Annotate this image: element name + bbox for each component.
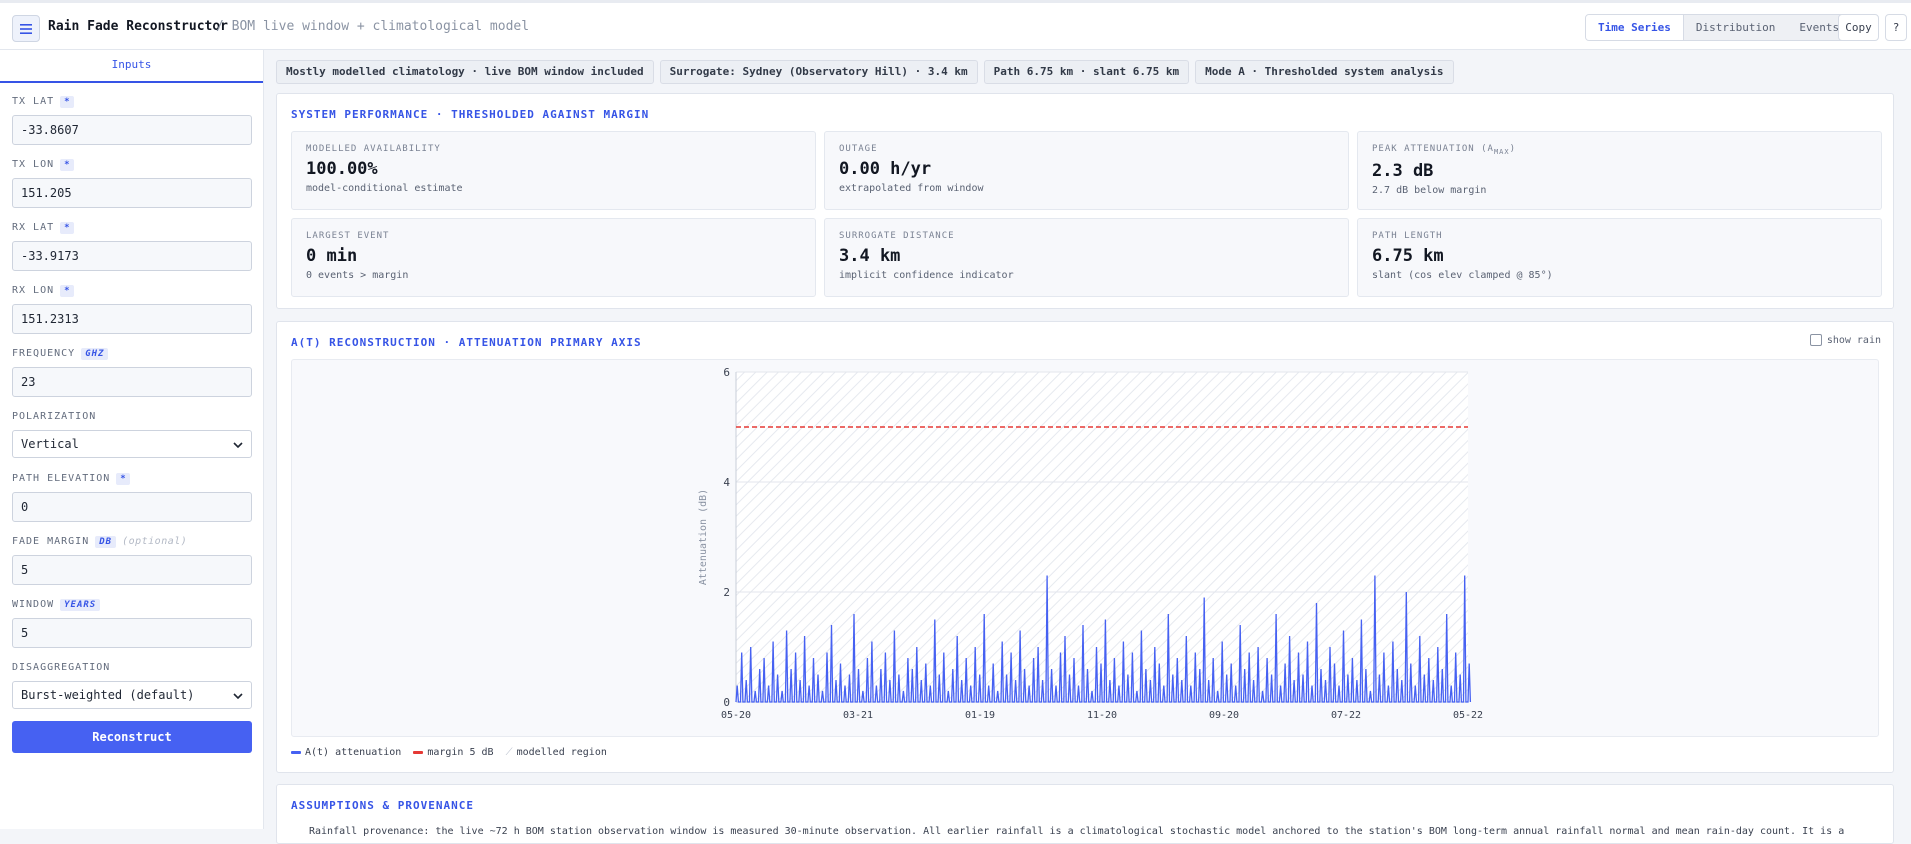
- required-badge: *: [60, 221, 74, 234]
- unit-badge: YEARS: [60, 598, 101, 611]
- attenuation-chart: 0 2 4 6 Attenuation (dB) 05-20 03-21 01-19 11-20…: [698, 366, 1483, 721]
- hatch-icon: ⟋: [505, 747, 513, 758]
- hamburger-icon: [20, 23, 32, 34]
- metric-outage: OUTAGE 0.00 h/yr extrapolated from windo…: [824, 131, 1349, 210]
- metric-availability: MODELLED AVAILABILITY 100.00% model-cond…: [291, 131, 816, 210]
- provenance-card: ASSUMPTIONS & PROVENANCE Rainfall proven…: [276, 784, 1894, 844]
- tx-lon-label: TX LON *: [12, 156, 251, 173]
- polarization-value: Vertical: [21, 437, 79, 451]
- required-badge: *: [60, 158, 74, 171]
- path-elevation-label: PATH ELEVATION *: [12, 470, 251, 487]
- x-tick-label: 01-19: [965, 710, 995, 721]
- tab-time-series[interactable]: Time Series: [1586, 15, 1684, 40]
- rx-lat-label: RX LAT *: [12, 219, 251, 236]
- inputs-sidebar: Inputs TX LAT * -33.8607 TX LON * 151.205 …: [0, 50, 264, 829]
- help-button[interactable]: ?: [1885, 14, 1907, 41]
- path-chip: Path 6.75 km · slant 6.75 km: [983, 60, 1190, 84]
- chevron-down-icon: [233, 688, 243, 702]
- reconstruct-button[interactable]: Reconstruct: [12, 721, 252, 753]
- legend-item: A(t) attenuation: [291, 747, 401, 758]
- reconstruction-chart-card: A(T) RECONSTRUCTION · ATTENUATION PRIMAR…: [276, 321, 1894, 773]
- modelled-region: [736, 372, 1468, 702]
- tx-lat-input[interactable]: -33.8607: [12, 115, 252, 145]
- chevron-down-icon: [233, 437, 243, 451]
- chart-plot-area: 0 2 4 6 Attenuation (dB) 05-20 03-21 01-19 11-20…: [291, 359, 1879, 737]
- chart-legend: A(t) attenuation margin 5 dB ⟋ modelled r…: [291, 747, 607, 758]
- legend-swatch: [291, 751, 301, 754]
- data-source-chip: Mostly modelled climatology · live BOM w…: [276, 60, 654, 84]
- tab-distribution[interactable]: Distribution: [1684, 15, 1787, 40]
- system-performance-card: SYSTEM PERFORMANCE · THRESHOLDED AGAINST…: [276, 93, 1894, 309]
- app-title: Rain Fade Reconstructor: [48, 19, 229, 34]
- show-rain-toggle[interactable]: show rain: [1809, 334, 1881, 346]
- disaggregation-label: DISAGGREGATION: [12, 662, 111, 673]
- app-subtitle: / BOM live window + climatological model: [216, 19, 530, 34]
- mode-chip: Mode A · Thresholded system analysis: [1195, 60, 1454, 84]
- y-tick-label: 4: [723, 476, 730, 489]
- checkbox[interactable]: [1809, 334, 1822, 346]
- x-tick-label: 11-20: [1087, 710, 1117, 721]
- provenance-text: Rainfall provenance: the live ~72 h BOM …: [309, 826, 1845, 837]
- polarization-label: POLARIZATION: [12, 411, 97, 422]
- unit-badge: DB: [95, 535, 117, 548]
- metric-surrogate-distance: SURROGATE DISTANCE 3.4 km implicit confi…: [824, 218, 1349, 297]
- disaggregation-select[interactable]: Burst-weighted (default): [12, 681, 252, 709]
- rx-lat-input[interactable]: -33.9173: [12, 241, 252, 271]
- optional-hint: (optional): [122, 536, 188, 547]
- x-tick-label: 03-21: [843, 710, 873, 721]
- window-label: WINDOW YEARS: [12, 596, 251, 613]
- metric-path-length: PATH LENGTH 6.75 km slant (cos elev clam…: [1357, 218, 1882, 297]
- required-badge: *: [60, 95, 74, 108]
- polarization-select[interactable]: Vertical: [12, 430, 252, 458]
- x-tick-label: 09-20: [1209, 710, 1239, 721]
- copy-button[interactable]: Copy: [1838, 14, 1879, 41]
- top-bar: Rain Fade Reconstructor / BOM live windo…: [0, 0, 1911, 50]
- section-title: ASSUMPTIONS & PROVENANCE: [291, 799, 474, 812]
- window-input[interactable]: 5: [12, 618, 252, 648]
- y-tick-label: 2: [723, 586, 730, 599]
- x-tick-label: 05-22: [1453, 710, 1483, 721]
- rx-lon-input[interactable]: 151.2313: [12, 304, 252, 334]
- main-content: Mostly modelled climatology · live BOM w…: [276, 60, 1894, 844]
- rx-lon-label: RX LON *: [12, 282, 251, 299]
- section-title: SYSTEM PERFORMANCE · THRESHOLDED AGAINST…: [291, 108, 650, 121]
- view-tabs: Time Series Distribution Events: [1585, 14, 1853, 41]
- menu-button[interactable]: [12, 15, 40, 42]
- y-axis-label: Attenuation (dB): [698, 489, 709, 585]
- y-tick-label: 6: [723, 366, 730, 379]
- fade-margin-input[interactable]: 5: [12, 555, 252, 585]
- inputs-form: TX LAT * -33.8607 TX LON * 151.205 RX LAT *…: [0, 83, 263, 753]
- tx-lat-label: TX LAT *: [12, 93, 251, 110]
- metric-largest-event: LARGEST EVENT 0 min 0 events > margin: [291, 218, 816, 297]
- fade-margin-label: FADE MARGIN DB (optional): [12, 535, 188, 548]
- surrogate-chip: Surrogate: Sydney (Observatory Hill) · 3…: [659, 60, 978, 84]
- required-badge: *: [116, 472, 130, 485]
- show-rain-label: show rain: [1826, 334, 1881, 346]
- frequency-input[interactable]: 23: [12, 367, 252, 397]
- path-elevation-input[interactable]: 0: [12, 492, 252, 522]
- y-tick-label: 0: [723, 696, 730, 709]
- status-chips: Mostly modelled climatology · live BOM w…: [276, 60, 1894, 84]
- disaggregation-value: Burst-weighted (default): [21, 688, 195, 702]
- x-tick-label: 07-22: [1331, 710, 1361, 721]
- frequency-label: FREQUENCY GHZ: [12, 345, 251, 362]
- legend-item: margin 5 dB: [413, 747, 494, 758]
- section-title: A(T) RECONSTRUCTION · ATTENUATION PRIMAR…: [291, 336, 642, 349]
- legend-item: ⟋ modelled region: [505, 747, 607, 758]
- required-badge: *: [60, 284, 74, 297]
- x-tick-label: 05-20: [721, 710, 751, 721]
- tab-inputs[interactable]: Inputs: [0, 50, 263, 83]
- tx-lon-input[interactable]: 151.205: [12, 178, 252, 208]
- metric-peak-attenuation: PEAK ATTENUATION (AMAX) 2.3 dB 2.7 dB be…: [1357, 131, 1882, 210]
- legend-swatch: [413, 751, 424, 754]
- unit-badge: GHZ: [81, 347, 109, 360]
